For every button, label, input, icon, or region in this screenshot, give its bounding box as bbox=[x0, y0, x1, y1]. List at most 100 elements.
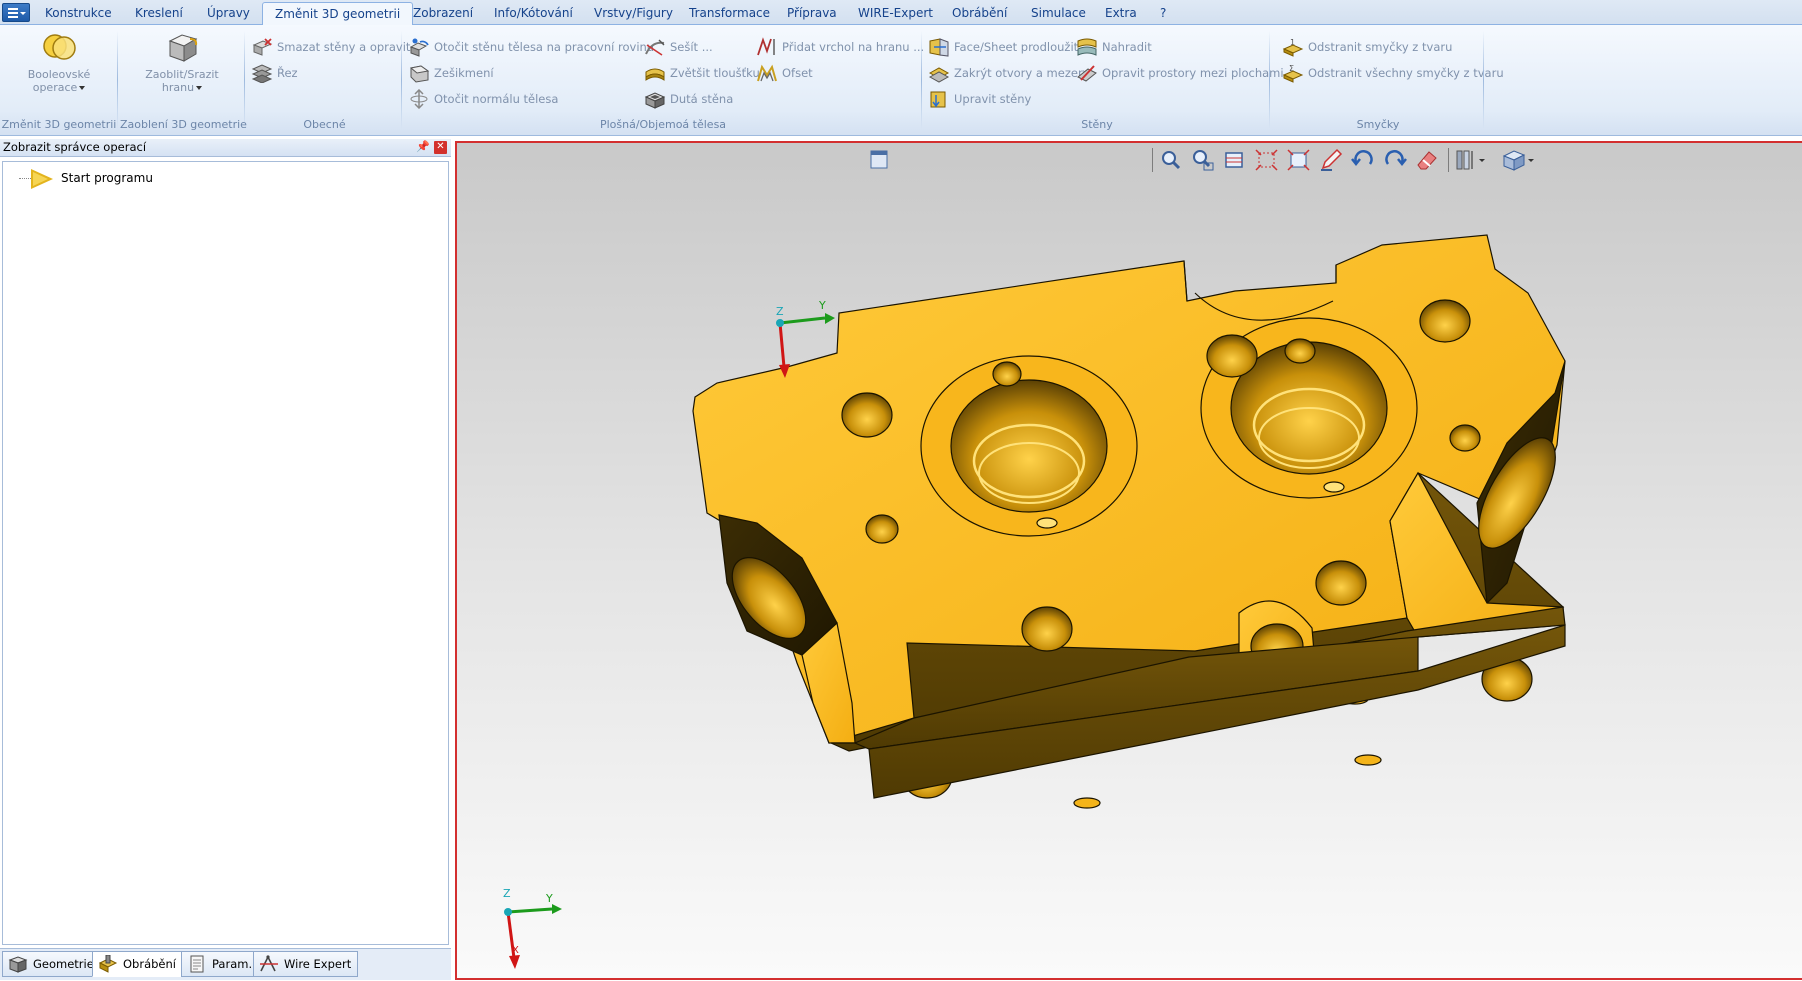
ribbon-tab-bar: Konstrukce Kreslení Úpravy Změnit 3D geo… bbox=[0, 0, 1802, 26]
boolean-operations-button[interactable]: Booleovské operace bbox=[12, 29, 106, 94]
section-layers-icon bbox=[251, 63, 273, 84]
delete-faces-label: Smazat stěny a opravit bbox=[277, 40, 411, 54]
remove-loops-label: Odstranit smyčky z tvaru bbox=[1308, 40, 1453, 54]
wire-icon bbox=[258, 955, 280, 973]
tab-zmenit-3d-geometrii[interactable]: Změnit 3D geometrii bbox=[262, 2, 414, 26]
add-vertex-on-edge-button[interactable]: Přidat vrchol na hranu ... bbox=[754, 35, 924, 59]
face-sheet-extend-button[interactable]: Face/Sheet prodloužit bbox=[926, 35, 1078, 59]
panel-title: Zobrazit správce operací bbox=[3, 140, 147, 154]
chamfer-label: Zešikmení bbox=[434, 66, 494, 80]
axis-z-label: Z bbox=[503, 887, 511, 900]
add-vertex-icon bbox=[756, 37, 778, 57]
fillet-label-1: Zaoblit/Srazit bbox=[145, 68, 219, 81]
thicken-label: Zvětšit tloušťku bbox=[670, 66, 760, 80]
group-label-zaobleni: Zaoblení 3D geometrie bbox=[120, 118, 247, 131]
offset-button[interactable]: Ofset bbox=[754, 61, 813, 85]
delete-faces-icon bbox=[251, 37, 273, 57]
flip-normal-icon bbox=[408, 88, 430, 110]
delete-faces-repair-button[interactable]: Smazat stěny a opravit bbox=[249, 35, 410, 59]
replace-label: Nahradit bbox=[1102, 40, 1152, 54]
axis-triad-world: Z Y X bbox=[503, 887, 562, 969]
tree-item-label: Start programu bbox=[61, 171, 153, 185]
tab-geometrie-label: Geometrie bbox=[33, 957, 94, 971]
edit-faces-icon bbox=[928, 89, 950, 109]
rotate-face-to-plane-button[interactable]: Otočit stěnu tělesa na pracovní rovinu bbox=[406, 35, 654, 59]
tab-wire-expert-panel[interactable]: Wire Expert bbox=[253, 951, 359, 977]
tab-priprava[interactable]: Příprava bbox=[775, 4, 849, 25]
fillet-chamfer-edge-button[interactable]: Zaoblit/Srazit hranu bbox=[130, 29, 234, 94]
group-label-plosna: Plošná/Objemoá tělesa bbox=[599, 118, 727, 131]
document-icon bbox=[186, 955, 208, 973]
flip-normal-button[interactable]: Otočit normálu tělesa bbox=[406, 87, 558, 111]
offset-icon bbox=[756, 63, 778, 83]
tab-help[interactable]: ? bbox=[1148, 4, 1178, 25]
group-divider bbox=[244, 31, 245, 129]
tab-transformace[interactable]: Transformace bbox=[677, 4, 782, 25]
replace-face-icon bbox=[1076, 37, 1098, 57]
remove-all-loops-button[interactable]: Σ Odstranit všechny smyčky z tvaru bbox=[1280, 61, 1504, 85]
add-vertex-label: Přidat vrchol na hranu ... bbox=[782, 40, 925, 54]
group-zmenit-3d-geometrii: Booleovské operace Změnit 3D geometrii bbox=[0, 29, 118, 133]
repair-gaps-between-surfaces-button[interactable]: Opravit prostory mezi plochami bbox=[1074, 61, 1284, 85]
offset-label: Ofset bbox=[782, 66, 813, 80]
group-zaobleni-3d-geometrie: Zaoblit/Srazit hranu Zaoblení 3D geometr… bbox=[120, 29, 247, 133]
close-icon[interactable]: ✕ bbox=[434, 141, 447, 154]
tab-obrabeni[interactable]: Obrábění bbox=[940, 4, 1019, 25]
edit-faces-button[interactable]: Upravit stěny bbox=[926, 87, 1031, 111]
axis-x-label: X bbox=[512, 945, 519, 956]
tab-zobrazeni[interactable]: Zobrazení bbox=[401, 4, 485, 25]
tab-vrstvy-figury[interactable]: Vrstvy/Figury bbox=[582, 4, 685, 25]
thicken-icon bbox=[644, 63, 666, 83]
remove-all-loops-label: Odstranit všechny smyčky z tvaru bbox=[1308, 66, 1504, 80]
cube-icon bbox=[7, 955, 29, 973]
edit-faces-label: Upravit stěny bbox=[954, 92, 1032, 106]
tab-obrabeni-panel[interactable]: Obrábění bbox=[92, 951, 183, 977]
application-menu-button[interactable] bbox=[2, 3, 30, 22]
3d-viewport[interactable]: Z Y Z Y X bbox=[455, 141, 1802, 980]
face-sheet-extend-label: Face/Sheet prodloužit bbox=[954, 40, 1079, 54]
chamfer-skew-button[interactable]: Zešikmení bbox=[406, 61, 494, 85]
tab-kresleni[interactable]: Kreslení bbox=[123, 4, 195, 25]
tab-konstrukce[interactable]: Konstrukce bbox=[33, 4, 124, 25]
pin-icon[interactable]: 📌 bbox=[416, 141, 430, 153]
close-holes-gaps-button[interactable]: Zakrýt otvory a mezery bbox=[926, 61, 1089, 85]
tab-geometrie[interactable]: Geometrie bbox=[2, 951, 101, 977]
boolean-label-2: operace bbox=[32, 81, 78, 94]
tab-upravy[interactable]: Úpravy bbox=[195, 4, 262, 25]
group-label-smycky: Smyčky bbox=[1356, 118, 1400, 131]
operations-tree[interactable]: Start programu bbox=[2, 161, 449, 945]
hollow-wall-label: Dutá stěna bbox=[670, 92, 734, 106]
repair-gaps-icon bbox=[1076, 63, 1098, 83]
close-holes-icon bbox=[928, 63, 950, 83]
group-divider bbox=[921, 31, 922, 129]
tab-simulace[interactable]: Simulace bbox=[1019, 4, 1098, 25]
tab-extra[interactable]: Extra bbox=[1093, 4, 1149, 25]
chevron-down-icon bbox=[79, 86, 86, 90]
chamfer-icon bbox=[408, 63, 430, 83]
sew-icon bbox=[644, 37, 666, 57]
replace-button[interactable]: Nahradit bbox=[1074, 35, 1152, 59]
section-label: Řez bbox=[277, 66, 298, 80]
panel-header: Zobrazit správce operací 📌 ✕ bbox=[0, 139, 451, 157]
tab-param[interactable]: Param. bbox=[181, 951, 260, 977]
machined-part-model[interactable] bbox=[692, 234, 1571, 809]
tab-info-kotovani[interactable]: Info/Kótování bbox=[482, 4, 585, 25]
fillet-label-2: hranu bbox=[161, 81, 195, 94]
3d-scene[interactable]: Z Y Z Y X bbox=[457, 143, 1802, 980]
remove-loops-icon: 1 bbox=[1282, 37, 1304, 57]
rotate-face-label: Otočit stěnu tělesa na pracovní rovinu bbox=[434, 40, 655, 54]
hollow-wall-button[interactable]: Dutá stěna bbox=[642, 87, 733, 111]
tab-wire-expert[interactable]: WIRE-Expert bbox=[846, 4, 945, 25]
axis-z-label: Z bbox=[776, 305, 784, 318]
group-divider bbox=[1483, 31, 1484, 129]
sew-button[interactable]: Sešít ... bbox=[642, 35, 713, 59]
group-label-steny: Stěny bbox=[1081, 118, 1113, 131]
remove-loops-button[interactable]: 1 Odstranit smyčky z tvaru bbox=[1280, 35, 1452, 59]
close-holes-label: Zakrýt otvory a mezery bbox=[954, 66, 1090, 80]
fillet-box-icon bbox=[164, 29, 200, 65]
group-divider bbox=[117, 31, 118, 129]
group-divider bbox=[1269, 31, 1270, 129]
extend-face-icon bbox=[928, 37, 950, 57]
thicken-button[interactable]: Zvětšit tloušťku bbox=[642, 61, 760, 85]
section-button[interactable]: Řez bbox=[249, 61, 298, 85]
